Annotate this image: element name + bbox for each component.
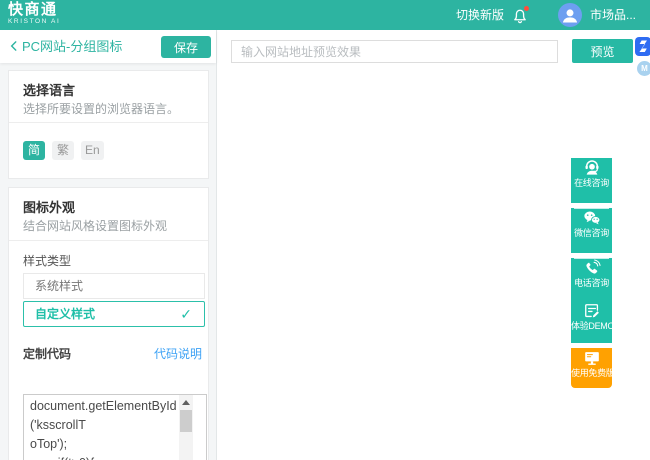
back-button[interactable] bbox=[7, 39, 21, 53]
logo-title: 快商通 bbox=[8, 2, 60, 18]
consult-toolbar: 在线咨询 微信咨询 电话咨询 bbox=[571, 153, 612, 303]
notification-badge bbox=[524, 6, 529, 11]
language-card: 选择语言 选择所要设置的浏览器语言。 简 繁 En bbox=[8, 70, 209, 179]
demo-toolbar: 体验DEMO 使用免费版 bbox=[571, 296, 612, 388]
toolbar-item-label: 体验DEMO bbox=[571, 321, 612, 332]
language-option-english[interactable]: En bbox=[81, 141, 104, 160]
style-option-custom[interactable]: 自定义样式 ✓ bbox=[23, 301, 205, 327]
app-header: 快商通 KRISTON AI 切换新版 市场品... bbox=[0, 0, 650, 30]
free-version-button[interactable]: 使用免费版 bbox=[571, 348, 612, 388]
phone-consult-button[interactable]: 电话咨询 bbox=[571, 258, 612, 303]
preview-button[interactable]: 预览 bbox=[572, 39, 633, 63]
toolbar-item-label: 电话咨询 bbox=[571, 278, 612, 289]
toolbar-item-label: 微信咨询 bbox=[571, 228, 612, 239]
toolbar-item-label: 使用免费版 bbox=[571, 368, 612, 379]
wechat-consult-button[interactable]: 微信咨询 bbox=[571, 208, 612, 253]
language-section-desc: 选择所要设置的浏览器语言。 bbox=[23, 100, 179, 117]
switch-version-button[interactable]: 切换新版 bbox=[456, 0, 504, 30]
divider bbox=[9, 240, 208, 241]
language-option-traditional[interactable]: 繁 bbox=[52, 141, 74, 160]
page-title: PC网站-分组图标 bbox=[22, 30, 122, 63]
divider bbox=[9, 122, 208, 123]
settings-panel: PC网站-分组图标 保存 选择语言 选择所要设置的浏览器语言。 简 繁 En 图… bbox=[0, 30, 217, 460]
scrollbar-thumb[interactable] bbox=[180, 410, 192, 432]
document-pen-icon bbox=[571, 301, 612, 321]
wechat-icon bbox=[571, 208, 612, 228]
app-logo: 快商通 KRISTON AI bbox=[8, 2, 60, 26]
appearance-card: 图标外观 结合网站风格设置图标外观 样式类型 系统样式 自定义样式 ✓ 定制代码… bbox=[8, 187, 209, 460]
user-avatar[interactable] bbox=[558, 3, 582, 27]
headset-icon bbox=[571, 158, 612, 178]
language-section-title: 选择语言 bbox=[23, 80, 75, 99]
language-options: 简 繁 En bbox=[23, 141, 104, 160]
s-logo-icon bbox=[635, 43, 650, 60]
chevron-left-icon bbox=[7, 40, 21, 57]
url-preview-input[interactable] bbox=[231, 40, 558, 63]
demo-button[interactable]: 体验DEMO bbox=[571, 301, 612, 343]
user-name[interactable]: 市场品... bbox=[590, 0, 636, 30]
code-help-link[interactable]: 代码说明 bbox=[154, 345, 202, 362]
style-option-system[interactable]: 系统样式 bbox=[23, 273, 205, 299]
phone-icon bbox=[571, 258, 612, 278]
toolbar-item-label: 在线咨询 bbox=[571, 178, 612, 189]
appearance-section-desc: 结合网站风格设置图标外观 bbox=[23, 217, 167, 234]
save-button[interactable]: 保存 bbox=[161, 36, 211, 58]
appearance-section-title: 图标外观 bbox=[23, 197, 75, 216]
logo-subtitle: KRISTON AI bbox=[8, 18, 60, 26]
panel-header: PC网站-分组图标 保存 bbox=[0, 30, 216, 63]
check-icon: ✓ bbox=[180, 302, 192, 326]
person-icon bbox=[558, 5, 582, 25]
code-scrollbar[interactable] bbox=[179, 395, 193, 460]
scrollbar-up-icon[interactable] bbox=[182, 400, 190, 405]
m-extension-badge[interactable]: M bbox=[637, 61, 650, 76]
bell-icon bbox=[510, 13, 530, 30]
custom-code-label: 定制代码 bbox=[23, 345, 71, 362]
style-option-custom-label: 自定义样式 bbox=[35, 307, 95, 321]
s-extension-badge[interactable] bbox=[635, 37, 650, 56]
notification-button[interactable] bbox=[510, 6, 530, 26]
monitor-icon bbox=[571, 348, 612, 368]
style-type-label: 样式类型 bbox=[23, 252, 71, 269]
language-option-simplified[interactable]: 简 bbox=[23, 141, 45, 160]
online-consult-button[interactable]: 在线咨询 bbox=[571, 158, 612, 203]
